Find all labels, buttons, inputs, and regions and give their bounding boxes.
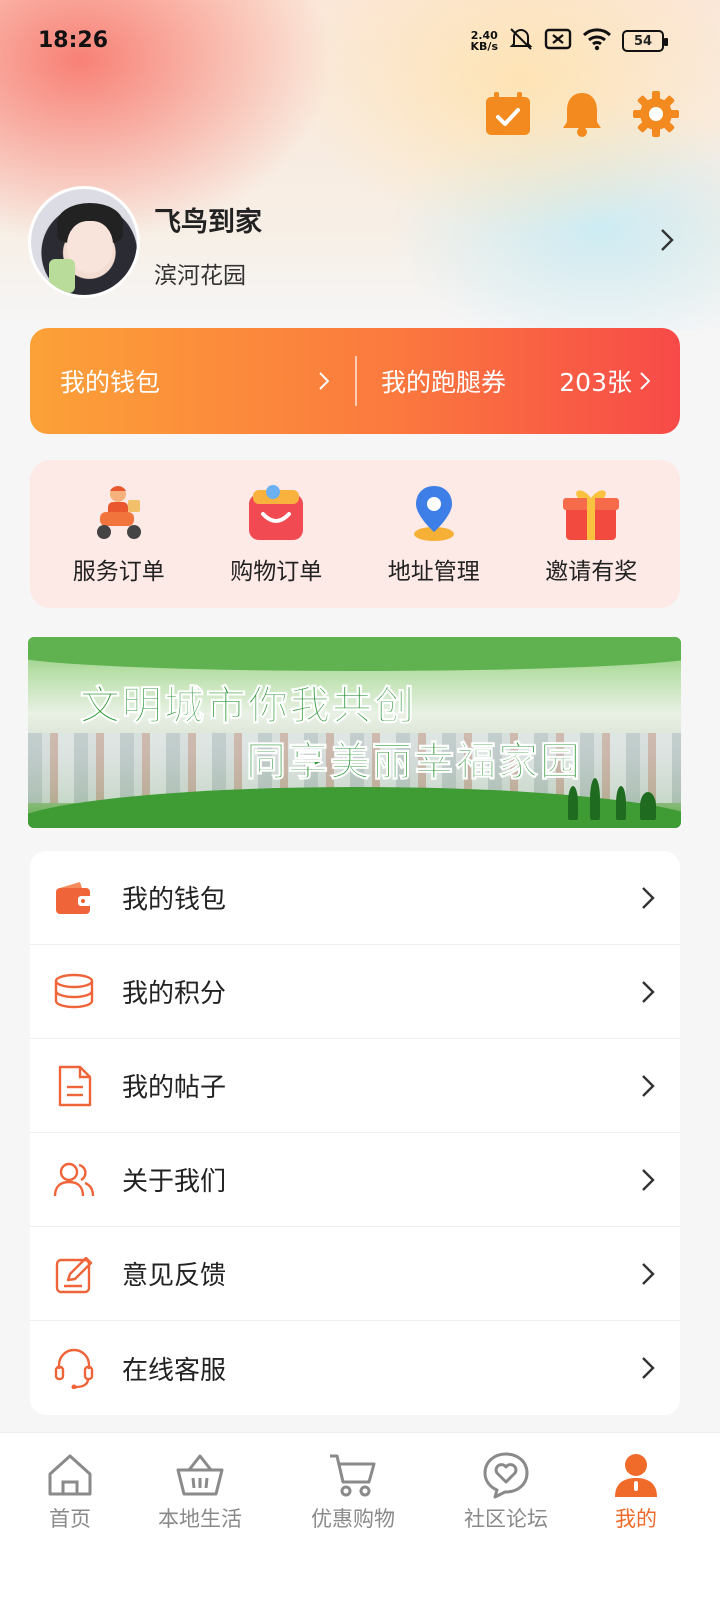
menu-item-label: 在线客服 [122, 1355, 227, 1386]
user-community: 滨河花园 [154, 263, 246, 289]
status-bar: 18:26 2.40 KB/s 54 [0, 0, 720, 84]
delivery-scooter-icon [88, 482, 150, 544]
tab-label: 本地生活 [158, 1507, 242, 1531]
wallet-button[interactable]: 我的钱包 [30, 363, 355, 399]
tab-label: 我的 [615, 1507, 657, 1531]
bottom-tab-bar: 首页 本地生活 优惠购物 社区论坛 我的 [0, 1432, 720, 1600]
menu-item-about[interactable]: 关于我们 [30, 1133, 680, 1227]
status-time: 18:26 [38, 28, 109, 53]
coupon-label: 我的跑腿券 [381, 368, 507, 397]
network-speed-unit: KB/s [470, 40, 498, 53]
user-icon [610, 1449, 662, 1501]
chevron-right-icon [319, 367, 330, 396]
address-management-button[interactable]: 地址管理 [359, 482, 509, 586]
battery-indicator: 54 [622, 30, 668, 52]
user-name: 飞鸟到家 [154, 207, 262, 238]
orders-card: 服务订单 购物订单 地址管理 邀请有奖 [30, 460, 680, 608]
menu-item-posts[interactable]: 我的帖子 [30, 1039, 680, 1133]
menu-item-label: 意见反馈 [122, 1261, 227, 1291]
cart-icon [327, 1449, 379, 1501]
gear-icon[interactable] [632, 90, 680, 138]
shopping-orders-button[interactable]: 购物订单 [201, 482, 351, 586]
basket-icon [174, 1449, 226, 1501]
tab-home[interactable]: 首页 [0, 1449, 140, 1533]
invite-rewards-button[interactable]: 邀请有奖 [516, 482, 666, 586]
coupon-count: 203张 [559, 368, 632, 397]
coins-stack-icon [52, 970, 96, 1014]
menu-item-label: 我的帖子 [122, 1073, 227, 1103]
menu-item-label: 我的积分 [122, 979, 227, 1009]
network-speed: 2.40 KB/s [471, 30, 498, 52]
chevron-right-icon [638, 977, 658, 1007]
order-label: 地址管理 [387, 559, 480, 585]
users-icon [52, 1158, 96, 1202]
edit-feedback-icon [52, 1252, 96, 1296]
header-actions [484, 90, 680, 138]
menu-item-customer-service[interactable]: 在线客服 [30, 1321, 680, 1415]
wallet-coupon-bar: 我的钱包 我的跑腿券 203张 [30, 328, 680, 434]
wallet-label: 我的钱包 [60, 368, 161, 397]
banner-slogan-line2: 同享美丽幸福家园 [246, 739, 582, 786]
menu-item-points[interactable]: 我的积分 [30, 945, 680, 1039]
tab-community-forum[interactable]: 社区论坛 [436, 1449, 576, 1533]
tab-mine[interactable]: 我的 [566, 1449, 706, 1533]
document-icon [52, 1064, 96, 1108]
profile-header[interactable]: 飞鸟到家 滨河花园 [28, 186, 692, 302]
menu-item-feedback[interactable]: 意见反馈 [30, 1227, 680, 1321]
coupon-button[interactable]: 我的跑腿券 203张 [357, 363, 680, 399]
headset-icon [52, 1346, 96, 1390]
menu-list: 我的钱包 我的积分 我的帖子 关于我们 意见反馈 在线客服 [30, 851, 680, 1415]
chevron-right-icon [638, 1353, 658, 1383]
promo-banner[interactable]: 文明城市你我共创 同享美丽幸福家园 [28, 637, 681, 828]
location-pin-icon [403, 482, 465, 544]
avatar[interactable] [28, 186, 140, 298]
wallet-icon [52, 876, 96, 920]
service-orders-button[interactable]: 服务订单 [44, 482, 194, 586]
shopping-bag-icon [245, 482, 307, 544]
tab-label: 社区论坛 [464, 1507, 548, 1531]
calendar-check-icon[interactable] [484, 90, 532, 138]
bell-muted-icon [508, 26, 534, 56]
chevron-right-icon [638, 883, 658, 913]
home-icon [44, 1449, 96, 1501]
menu-item-label: 我的钱包 [122, 885, 227, 915]
bell-icon[interactable] [558, 90, 606, 138]
status-icons: 2.40 KB/s 54 [471, 26, 668, 56]
heart-chat-icon [480, 1449, 532, 1501]
tab-label: 优惠购物 [311, 1507, 395, 1531]
chevron-right-icon [638, 1071, 658, 1101]
sim-disabled-icon [544, 27, 572, 55]
chevron-right-icon [660, 228, 674, 256]
tab-discount-shopping[interactable]: 优惠购物 [283, 1449, 423, 1533]
chevron-right-icon [638, 1259, 658, 1289]
tab-local-life[interactable]: 本地生活 [130, 1449, 270, 1533]
order-label: 服务订单 [72, 559, 165, 585]
order-label: 邀请有奖 [545, 559, 638, 585]
tab-label: 首页 [49, 1507, 91, 1531]
menu-item-label: 关于我们 [122, 1167, 227, 1197]
gift-box-icon [560, 482, 622, 544]
chevron-right-icon [640, 367, 651, 396]
chevron-right-icon [638, 1165, 658, 1195]
wifi-icon [582, 27, 612, 55]
menu-item-wallet[interactable]: 我的钱包 [30, 851, 680, 945]
banner-slogan-line1: 文明城市你我共创 [80, 683, 416, 730]
order-label: 购物订单 [230, 559, 323, 585]
